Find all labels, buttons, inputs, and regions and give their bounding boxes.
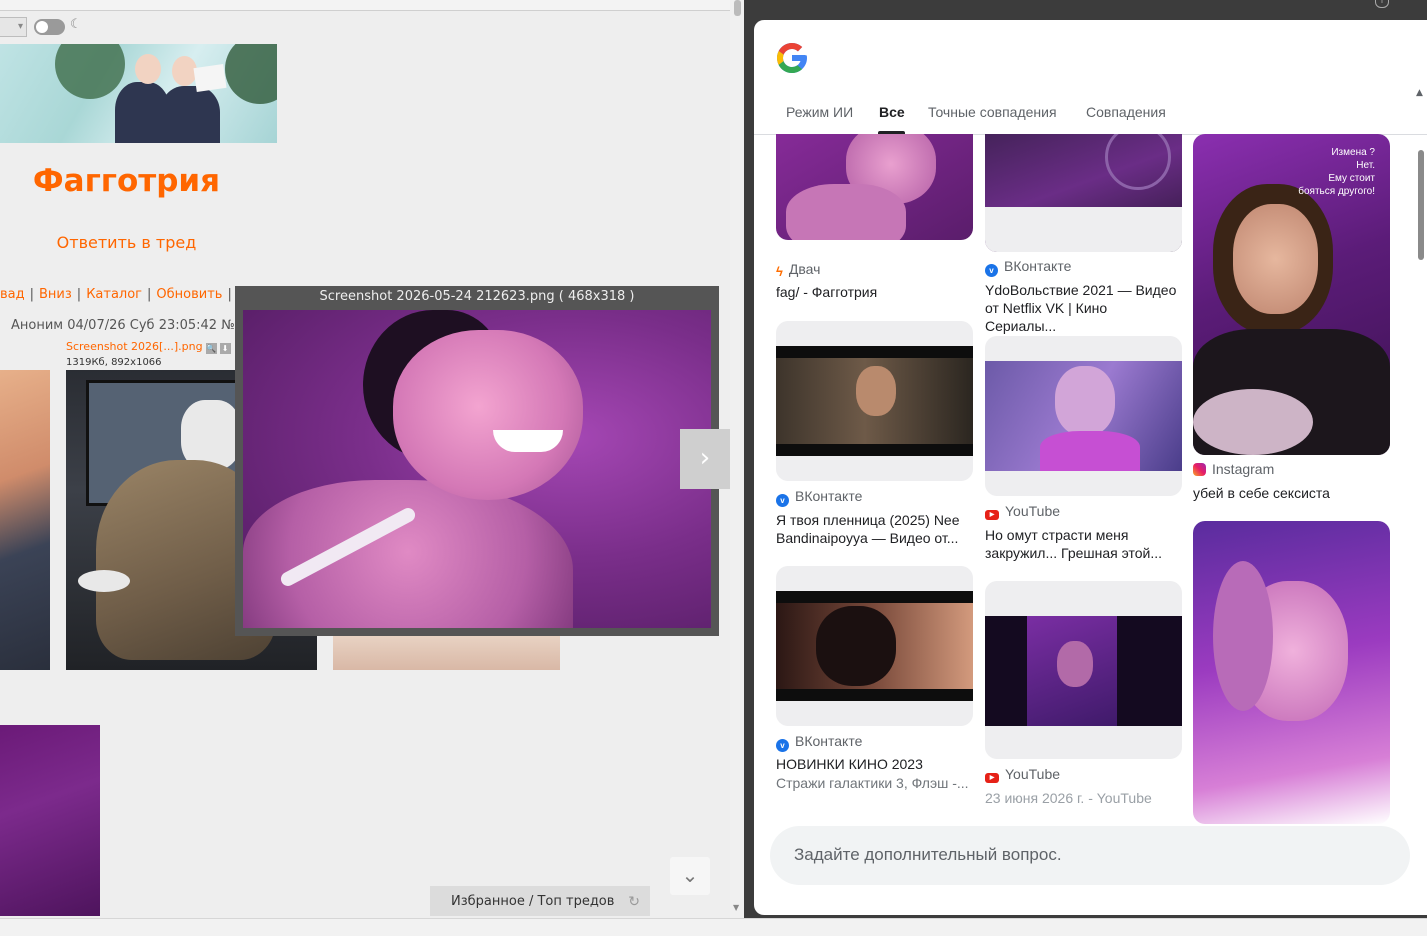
dvach-icon: ϟ bbox=[776, 264, 783, 279]
result-title[interactable]: YdoBольствие 2021 — Видео от Netflix VK … bbox=[985, 281, 1182, 335]
google-lens-panel: ▲ Режим ИИ Все Точные совпадения Совпаде… bbox=[754, 20, 1427, 915]
status-bar bbox=[0, 918, 1427, 936]
scroll-up-arrow-icon[interactable]: ▲ bbox=[1416, 88, 1423, 98]
result-image[interactable] bbox=[776, 321, 973, 481]
imageboard-page: ▾ ☾ Фагготрия Ответить в тред вад | Вниз | К… bbox=[0, 0, 744, 918]
result-title[interactable]: убей в себе сексиста bbox=[1193, 484, 1390, 502]
top-bar bbox=[0, 0, 730, 11]
vk-icon: v bbox=[776, 739, 789, 752]
moon-icon: ☾ bbox=[70, 17, 82, 32]
page-scrollbar[interactable]: ▼ bbox=[730, 0, 744, 918]
toggle-knob bbox=[36, 21, 48, 33]
result-source[interactable]: ▶ YouTube bbox=[985, 503, 1060, 520]
result-source[interactable]: v ВКонтакте bbox=[985, 258, 1071, 277]
result-source[interactable]: v ВКонтакте bbox=[776, 733, 862, 752]
result-image[interactable] bbox=[985, 336, 1182, 496]
youtube-icon: ▶ bbox=[985, 510, 999, 520]
tab-exact-matches[interactable]: Точные совпадения bbox=[928, 104, 1057, 120]
post-date: 04/07/26 Суб 23:05:42 bbox=[67, 318, 218, 333]
result-source[interactable]: ▶ YouTube bbox=[985, 766, 1060, 783]
follow-up-question-input[interactable]: Задайте дополнительный вопрос. bbox=[770, 826, 1410, 885]
file-info: 1319Кб, 892x1066 bbox=[66, 357, 162, 368]
chevron-down-icon[interactable]: ⌄ bbox=[670, 857, 710, 895]
instagram-overlay-text: Измена ? Нет. Ему стоит бояться другого! bbox=[1298, 147, 1375, 197]
tab-all[interactable]: Все bbox=[879, 104, 905, 120]
image-preview-popup[interactable]: Screenshot 2026-05-24 212623.png ( 468x3… bbox=[235, 286, 719, 636]
lens-tabs: Режим ИИ Все Точные совпадения Совпадени… bbox=[754, 104, 1427, 135]
tab-ai-mode[interactable]: Режим ИИ bbox=[786, 104, 853, 120]
dropdown-arrow-icon: ▾ bbox=[17, 21, 23, 32]
youtube-icon: ▶ bbox=[985, 773, 999, 783]
ask-placeholder: Задайте дополнительный вопрос. bbox=[794, 845, 1062, 864]
result-source[interactable]: v ВКонтакте bbox=[776, 488, 862, 507]
result-title[interactable]: Но омут страсти меня закружил... Грешная… bbox=[985, 526, 1182, 562]
file-name[interactable]: Screenshot 2026[...].png bbox=[66, 340, 203, 353]
refresh-icon[interactable]: ↻ bbox=[628, 886, 640, 918]
post-header: Аноним 04/07/26 Суб 23:05:42 №27 bbox=[11, 318, 251, 333]
reply-to-thread-link[interactable]: Ответить в тред bbox=[0, 233, 253, 252]
scroll-down-arrow-icon[interactable]: ▼ bbox=[733, 903, 739, 912]
google-logo bbox=[777, 43, 807, 73]
result-image[interactable] bbox=[985, 581, 1182, 759]
result-source[interactable]: ϟ Двач bbox=[776, 261, 820, 278]
scrollbar-thumb[interactable] bbox=[734, 0, 741, 16]
result-subtitle: Стражи галактики 3, Флэш -... bbox=[776, 775, 969, 791]
vk-icon: v bbox=[985, 264, 998, 277]
file-link[interactable]: Screenshot 2026[...].png 🔍 ⬇ bbox=[66, 340, 231, 354]
result-subtitle: 23 июня 2026 г. - YouTube bbox=[985, 790, 1152, 806]
thread-nav: вад | Вниз | Каталог | Обновить | bbox=[0, 286, 250, 302]
vk-icon: v bbox=[776, 494, 789, 507]
result-image[interactable]: Измена ? Нет. Ему стоит бояться другого! bbox=[1193, 134, 1390, 455]
nav-back-link[interactable]: вад bbox=[0, 287, 25, 302]
tab-matches[interactable]: Совпадения bbox=[1086, 104, 1166, 120]
results-scrollbar-thumb[interactable] bbox=[1418, 150, 1424, 260]
nav-refresh-link[interactable]: Обновить bbox=[156, 287, 222, 302]
chevron-right-icon[interactable]: › bbox=[680, 429, 730, 489]
favorites-bar[interactable]: Избранное / Топ тредов ↻ bbox=[430, 886, 650, 916]
post-image-thumbnail[interactable] bbox=[0, 725, 100, 916]
board-select[interactable]: ▾ bbox=[0, 17, 27, 37]
theme-toggle[interactable] bbox=[34, 19, 65, 35]
search-icon[interactable]: 🔍 bbox=[205, 343, 217, 354]
board-title: Фагготрия bbox=[32, 163, 221, 199]
favorites-label[interactable]: Избранное / Топ тредов bbox=[451, 886, 614, 918]
result-image[interactable] bbox=[776, 566, 973, 726]
preview-image[interactable] bbox=[243, 310, 711, 628]
result-source[interactable]: Instagram bbox=[1193, 461, 1274, 477]
result-title[interactable]: НОВИНКИ КИНО 2023 bbox=[776, 755, 973, 773]
result-image[interactable] bbox=[1193, 521, 1390, 824]
download-icon[interactable]: ⬇ bbox=[219, 343, 231, 354]
result-image[interactable] bbox=[985, 134, 1182, 252]
result-image[interactable] bbox=[776, 134, 973, 240]
panel-divider[interactable] bbox=[744, 0, 754, 918]
visual-matches: ϟ Двач fag/ - Фагготрия v ВКонтакте Я твоя… bbox=[754, 134, 1414, 824]
nav-down-link[interactable]: Вниз bbox=[39, 287, 72, 302]
instagram-icon bbox=[1193, 463, 1206, 476]
post-image-thumbnail[interactable] bbox=[333, 636, 560, 670]
result-title[interactable]: Я твоя пленница (2025) Nee Bandinaipoyya… bbox=[776, 511, 973, 547]
result-title[interactable]: fag/ - Фагготрия bbox=[776, 283, 973, 301]
nav-catalog-link[interactable]: Каталог bbox=[86, 287, 142, 302]
post-image-thumbnail[interactable] bbox=[0, 370, 50, 670]
preview-title: Screenshot 2026-05-24 212623.png ( 468x3… bbox=[319, 289, 635, 304]
board-banner[interactable] bbox=[0, 44, 277, 143]
post-author: Аноним bbox=[11, 318, 64, 333]
